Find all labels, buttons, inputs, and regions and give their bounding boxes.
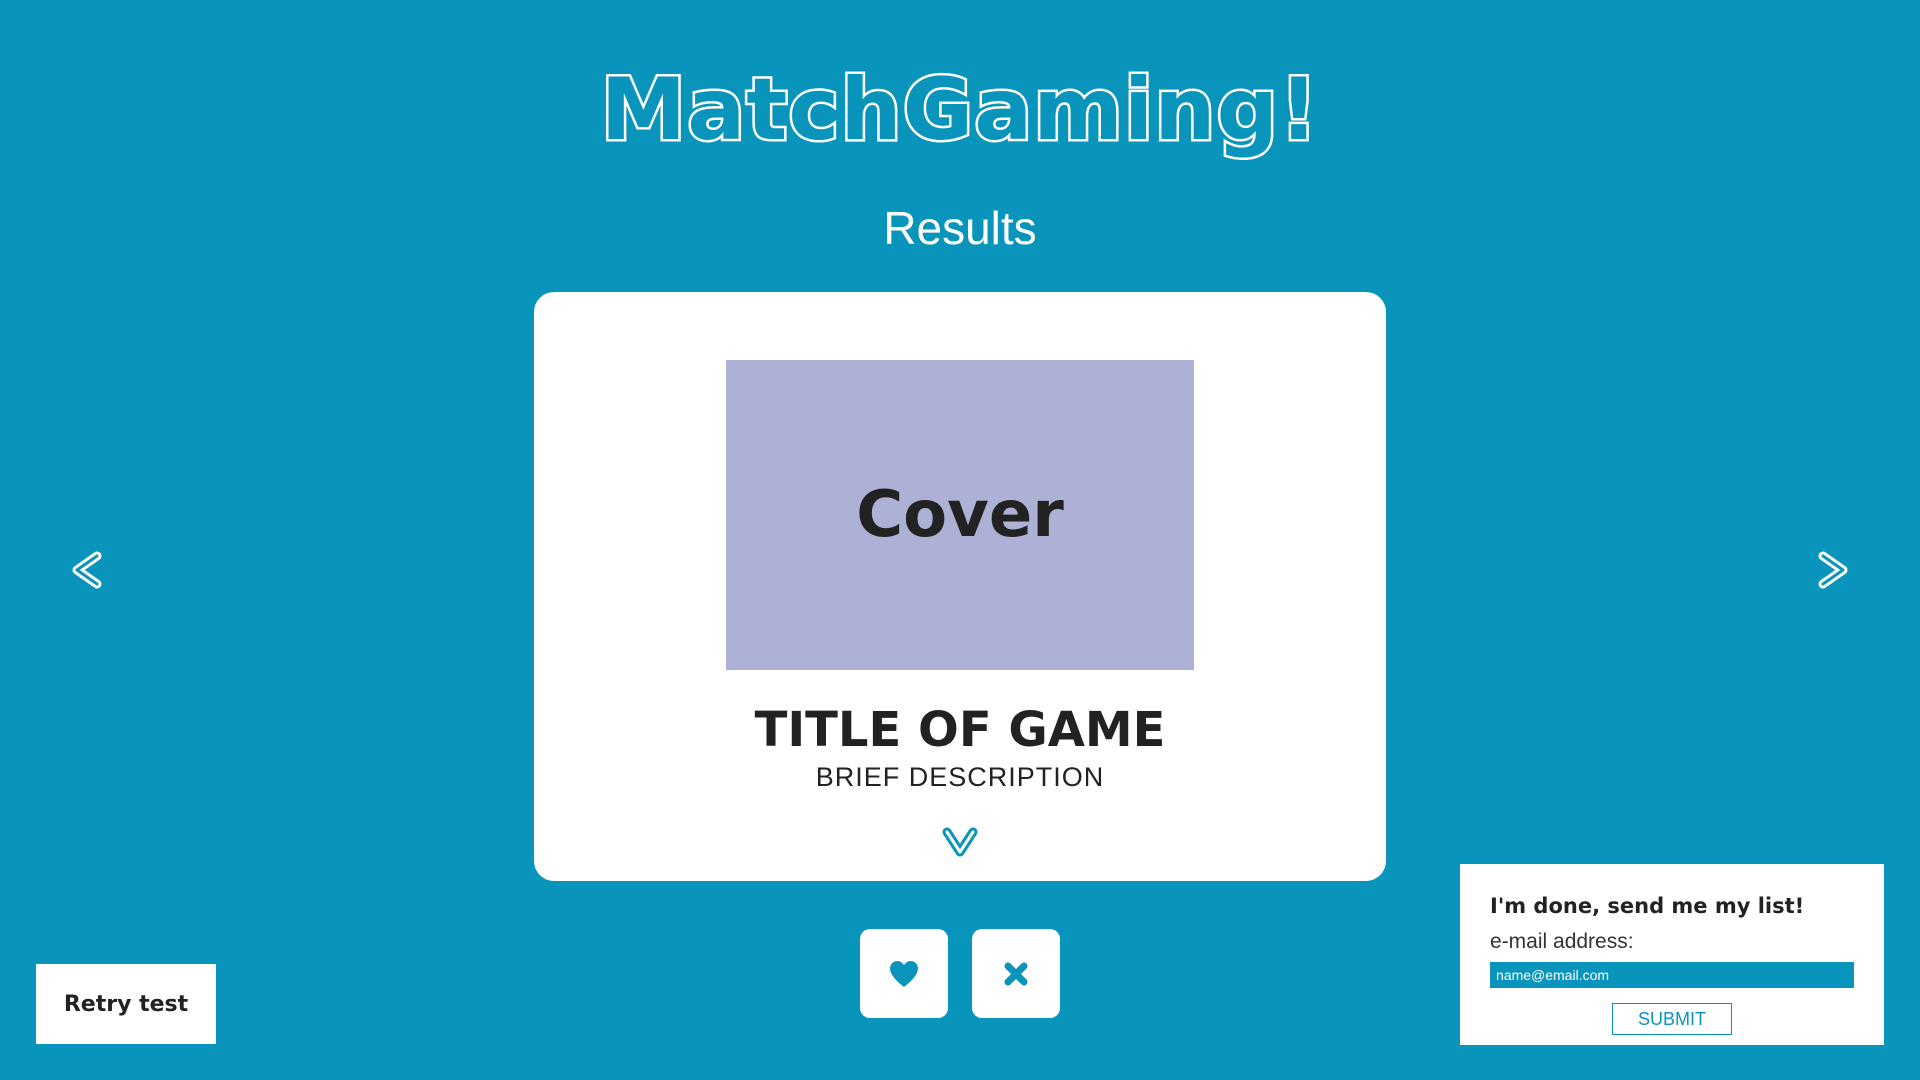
submit-button[interactable]: SUBMIT	[1612, 1003, 1732, 1035]
like-button[interactable]	[860, 929, 948, 1018]
expand-details-button[interactable]	[938, 822, 982, 862]
chevron-left-icon	[72, 551, 102, 589]
email-field[interactable]	[1490, 962, 1854, 988]
results-page: MatchGaming! Results Cover TITLE OF GAME…	[0, 0, 1920, 1080]
previous-result-button[interactable]	[64, 548, 108, 592]
send-list-panel: I'm done, send me my list! e-mail addres…	[1460, 864, 1884, 1045]
heart-icon	[890, 960, 918, 987]
retry-test-button[interactable]: Retry test	[36, 964, 216, 1044]
game-title: TITLE OF GAME	[754, 702, 1166, 758]
next-result-button[interactable]	[1812, 548, 1856, 592]
chevron-right-icon	[1818, 551, 1848, 589]
app-title: MatchGaming!	[598, 58, 1321, 163]
email-label: e-mail address:	[1490, 930, 1634, 953]
chevron-down-icon	[942, 827, 978, 857]
game-description: BRIEF DESCRIPTION	[815, 762, 1105, 792]
game-cover-image: Cover	[726, 360, 1194, 670]
cover-label: Cover	[856, 478, 1064, 552]
dislike-button[interactable]	[972, 929, 1060, 1018]
send-list-heading: I'm done, send me my list!	[1490, 894, 1805, 918]
game-card: Cover TITLE OF GAME BRIEF DESCRIPTION	[534, 292, 1386, 881]
page-subtitle: Results	[883, 202, 1037, 254]
close-icon	[1004, 962, 1028, 985]
